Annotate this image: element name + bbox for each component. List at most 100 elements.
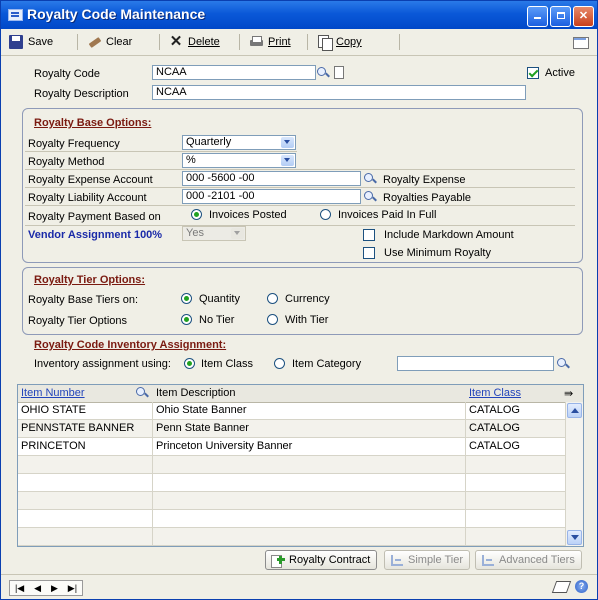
- save-label: Save: [28, 36, 54, 48]
- table-row[interactable]: [18, 456, 565, 474]
- base-tiers-label: Royalty Base Tiers on:: [28, 294, 139, 306]
- active-checkbox[interactable]: [527, 67, 539, 79]
- advanced-tiers-button[interactable]: Advanced Tiers: [475, 550, 582, 570]
- copy-button[interactable]: Copy: [317, 33, 362, 51]
- expense-account-lookup-icon[interactable]: [363, 172, 377, 186]
- simple-tier-button[interactable]: Simple Tier: [384, 550, 471, 570]
- inventory-table: Item Number Item Description Item Class …: [17, 384, 584, 547]
- with-tier-label: With Tier: [285, 314, 329, 326]
- royalty-frequency-dropdown[interactable]: Quarterly: [182, 135, 296, 150]
- table-row[interactable]: [18, 528, 565, 546]
- inventory-filter-field[interactable]: [397, 356, 554, 371]
- item-class-cell: CATALOG: [469, 422, 520, 434]
- item-number-lookup-icon[interactable]: [135, 386, 149, 400]
- active-label: Active: [545, 67, 575, 79]
- window-icon: [8, 9, 23, 21]
- help-icon[interactable]: ?: [575, 580, 588, 593]
- tier-options-label: Royalty Tier Options: [28, 315, 128, 327]
- no-tier-radio[interactable]: [181, 314, 192, 325]
- expense-account-field[interactable]: 000 -5600 -00: [182, 171, 361, 186]
- window-note-icon[interactable]: [573, 35, 589, 49]
- royalty-frequency-value: Quarterly: [186, 136, 232, 148]
- item-class-label: Item Class: [201, 358, 253, 370]
- column-divider: [152, 402, 153, 546]
- table-row[interactable]: [18, 492, 565, 510]
- royalty-code-lookup-icon[interactable]: [316, 66, 330, 80]
- next-record-icon[interactable]: ▶: [51, 583, 58, 594]
- use-minimum-checkbox[interactable]: [363, 247, 375, 259]
- royalty-contract-label: Royalty Contract: [289, 554, 371, 566]
- table-row[interactable]: [18, 510, 565, 528]
- expense-account-label: Royalty Expense Account: [28, 174, 153, 186]
- currency-radio[interactable]: [267, 293, 278, 304]
- royalty-contract-button[interactable]: Royalty Contract: [265, 550, 378, 570]
- maximize-button[interactable]: [550, 6, 571, 27]
- title-bar: Royalty Code Maintenance ✕: [1, 1, 597, 29]
- royalty-method-label: Royalty Method: [28, 156, 105, 168]
- item-category-radio[interactable]: [274, 358, 285, 369]
- with-tier-radio[interactable]: [267, 314, 278, 325]
- maximize-icon: [556, 12, 565, 19]
- close-icon: ✕: [578, 10, 589, 22]
- copy-icon: [317, 35, 333, 51]
- row-divider: [25, 205, 575, 206]
- clear-label: Clear: [106, 36, 133, 48]
- royalty-code-field[interactable]: NCAA: [152, 65, 316, 80]
- chevron-down-icon: [281, 137, 294, 148]
- royalty-description-field[interactable]: NCAA: [152, 85, 526, 100]
- table-row[interactable]: PENNSTATE BANNER Penn State Banner CATAL…: [18, 420, 565, 438]
- row-divider: [25, 151, 297, 152]
- include-markdown-checkbox[interactable]: [363, 229, 375, 241]
- item-class-radio[interactable]: [184, 358, 195, 369]
- item-description-cell: Princeton University Banner: [156, 440, 293, 452]
- inventory-assignment-title: Royalty Code Inventory Assignment:: [34, 339, 227, 351]
- payment-based-label: Royalty Payment Based on: [28, 211, 161, 223]
- contract-icon: [271, 553, 285, 568]
- item-class-cell: CATALOG: [469, 404, 520, 416]
- quantity-radio[interactable]: [181, 293, 192, 304]
- invoices-paid-radio[interactable]: [320, 209, 331, 220]
- print-button[interactable]: Print: [249, 33, 291, 51]
- minimize-button[interactable]: [527, 6, 548, 27]
- column-item-number[interactable]: Item Number: [21, 387, 85, 399]
- chevron-up-icon: [571, 408, 579, 413]
- new-note-icon[interactable]: [334, 66, 344, 79]
- row-divider: [25, 187, 575, 188]
- royalty-method-dropdown[interactable]: %: [182, 153, 296, 168]
- use-minimum-label: Use Minimum Royalty: [384, 247, 491, 259]
- table-row[interactable]: PRINCETON Princeton University Banner CA…: [18, 438, 565, 456]
- expand-columns-icon[interactable]: ⇛: [564, 387, 573, 400]
- toolbar: Save Clear ✕ Delete Print Copy: [1, 29, 597, 56]
- inventory-filter-lookup-icon[interactable]: [556, 357, 570, 371]
- last-record-icon[interactable]: ▶|: [68, 583, 77, 594]
- vendor-assignment-dropdown[interactable]: Yes: [182, 226, 246, 241]
- window-title: Royalty Code Maintenance: [27, 6, 206, 22]
- table-row[interactable]: OHIO STATE Ohio State Banner CATALOG: [18, 402, 565, 420]
- column-item-class[interactable]: Item Class: [469, 387, 521, 399]
- note-icon[interactable]: [551, 581, 572, 593]
- printer-icon: [249, 35, 263, 49]
- first-record-icon[interactable]: |◀: [15, 583, 24, 594]
- record-navigator: |◀ ◀ ▶ ▶|: [9, 580, 83, 596]
- royalty-code-window: Royalty Code Maintenance ✕ Save Clear ✕: [0, 0, 598, 600]
- royalty-description-label: Royalty Description: [34, 88, 129, 100]
- simple-tier-label: Simple Tier: [408, 554, 464, 566]
- table-row[interactable]: [18, 474, 565, 492]
- item-class-cell: CATALOG: [469, 440, 520, 452]
- previous-record-icon[interactable]: ◀: [34, 583, 41, 594]
- delete-button[interactable]: ✕ Delete: [169, 33, 220, 51]
- scroll-up-button[interactable]: [567, 403, 582, 418]
- table-scrollbar[interactable]: [565, 402, 583, 546]
- chevron-down-icon: [231, 228, 244, 239]
- invoices-posted-radio[interactable]: [191, 209, 202, 220]
- toolbar-divider: [399, 34, 400, 50]
- save-button[interactable]: Save: [9, 33, 53, 51]
- scroll-down-button[interactable]: [567, 530, 582, 545]
- status-bar: |◀ ◀ ▶ ▶| ?: [1, 574, 597, 599]
- invoices-paid-label: Invoices Paid In Full: [338, 209, 437, 221]
- clear-button[interactable]: Clear: [87, 33, 132, 51]
- close-button[interactable]: ✕: [573, 6, 594, 27]
- liability-account-lookup-icon[interactable]: [363, 190, 377, 204]
- liability-account-field[interactable]: 000 -2101 -00: [182, 189, 361, 204]
- row-divider: [25, 169, 575, 170]
